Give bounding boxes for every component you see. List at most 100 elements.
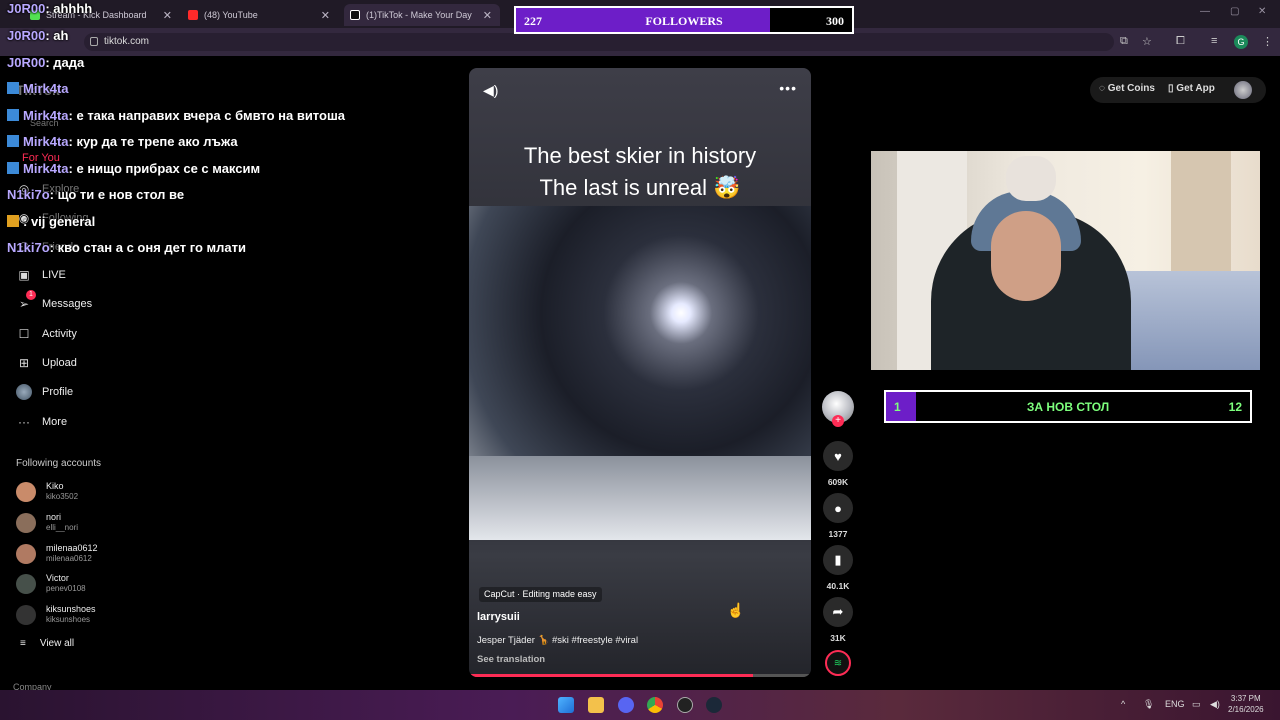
subscriber-badge-icon — [7, 162, 19, 174]
upload-icon: ⊞ — [18, 356, 30, 370]
see-translation-link[interactable]: See translation — [477, 654, 545, 665]
share-button[interactable]: ➦ — [823, 597, 853, 627]
account-name: Kiko — [46, 481, 64, 491]
following-account-item[interactable]: nori elli__nori — [16, 512, 78, 533]
save-count: 40.1K — [826, 581, 850, 591]
music-disc-button[interactable]: ≋ — [825, 650, 851, 676]
webcam-background-bed — [1111, 271, 1260, 370]
close-tab-icon[interactable]: ✕ — [321, 9, 330, 22]
account-handle: milenaa0612 — [46, 554, 92, 563]
followers-goal-bar: 227 FOLLOWERS 300 — [514, 6, 854, 34]
chat-text: : кво стан а с оня дет го млати — [49, 240, 246, 255]
chat-username: J0R00 — [7, 1, 46, 16]
caption-line: The best skier in history — [523, 143, 757, 168]
video-progress-bar[interactable] — [469, 674, 811, 677]
view-all-link[interactable]: ≡ View all — [20, 638, 74, 649]
close-tab-icon[interactable]: ✕ — [483, 9, 492, 22]
tab-youtube[interactable]: (48) YouTube ✕ — [188, 4, 338, 26]
microphone-icon[interactable]: 🎙 — [1143, 699, 1154, 710]
chat-username: J0R00 — [7, 28, 46, 43]
chat-text: : що ти е нов стол ве — [49, 187, 185, 202]
chat-text: : ahhhh — [45, 1, 93, 16]
volume-icon[interactable]: ◀) — [483, 82, 498, 99]
save-button[interactable]: ▮ — [823, 545, 853, 575]
account-name: kiksunshoes — [46, 604, 96, 614]
comment-icon: ● — [834, 500, 842, 516]
sidebar-item-activity[interactable]: ☐ Activity — [16, 326, 77, 342]
close-window-icon[interactable]: ✕ — [1258, 6, 1266, 17]
sidebar-item-live[interactable]: ▣ LIVE — [16, 267, 66, 283]
address-bar[interactable]: tiktok.com — [84, 33, 1114, 51]
live-icon: ▣ — [18, 268, 30, 282]
followers-goal: 300 — [826, 14, 844, 28]
chat-message: N1ki7o: що ти е нов стол ве — [7, 187, 184, 202]
like-count: 609K — [827, 477, 849, 487]
capcut-tag[interactable]: CapCut · Editing made easy — [479, 587, 602, 602]
sidebar-item-profile[interactable]: Profile — [16, 384, 73, 400]
windows-taskbar — [0, 690, 1280, 720]
tray-chevron-icon[interactable]: ^ — [1121, 699, 1125, 709]
video-player[interactable]: ◀) ••• The best skier in history The las… — [469, 68, 811, 677]
steam-icon[interactable] — [706, 697, 722, 713]
discord-icon[interactable] — [618, 697, 634, 713]
chat-message: N1ki7o: кво стан а с оня дет го млати — [7, 240, 246, 255]
obs-icon[interactable] — [677, 697, 693, 713]
user-avatar[interactable] — [1234, 81, 1252, 99]
extensions-icon[interactable]: ⧠ — [1176, 35, 1185, 48]
chat-text: : кур да те трепе ако лъжа — [68, 134, 238, 149]
maximize-icon[interactable]: ▢ — [1230, 6, 1239, 17]
caption-line: The last is unreal 🤯 — [539, 175, 741, 200]
browser-menu-icon[interactable]: ⋮ — [1262, 35, 1273, 48]
following-account-item[interactable]: Victor penev0108 — [16, 573, 86, 594]
sidebar-item-messages[interactable]: ➢ 1 Messages — [16, 290, 92, 312]
chat-message: Mirk4ta: е така направих вчера с бмвто н… — [7, 108, 345, 123]
start-icon[interactable] — [558, 697, 574, 713]
video-author[interactable]: larrysuii — [477, 611, 520, 623]
file-explorer-icon[interactable] — [588, 697, 604, 713]
more-options-icon[interactable]: ••• — [779, 80, 797, 96]
followers-label: FOLLOWERS — [645, 14, 723, 28]
volume-tray-icon[interactable]: ◀) — [1210, 699, 1220, 710]
following-account-item[interactable]: milenaa0612 milenaa0612 — [16, 543, 98, 564]
avatar — [16, 604, 36, 625]
get-coins-button[interactable]: ◌ Get Coins — [1099, 83, 1155, 94]
sidebar-item-upload[interactable]: ⊞ Upload — [16, 355, 77, 371]
bookmark-star-icon[interactable]: ☆ — [1142, 35, 1152, 48]
goal-target: 12 — [1228, 400, 1242, 414]
tab-tiktok[interactable]: (1)TikTok - Make Your Day ✕ — [344, 4, 500, 26]
chrome-icon[interactable] — [647, 697, 663, 713]
mouse-cursor-icon: ☝ — [727, 602, 745, 618]
close-tab-icon[interactable]: ✕ — [163, 9, 172, 22]
sidebar-item-more[interactable]: ··· More — [16, 414, 67, 430]
minimize-icon[interactable]: — — [1200, 6, 1210, 17]
system-clock[interactable]: 3:37 PM 2/16/2026 — [1228, 693, 1264, 715]
chat-username: J0R00 — [7, 55, 46, 70]
more-icon: ··· — [18, 415, 30, 429]
clock-date: 2/16/2026 — [1228, 705, 1264, 714]
language-indicator[interactable]: ENG — [1165, 699, 1185, 709]
account-handle: kiksunshoes — [46, 615, 91, 624]
chat-message: J0R00: дада — [7, 55, 84, 70]
browser-profile-avatar[interactable]: G — [1234, 35, 1248, 49]
site-info-icon[interactable] — [90, 37, 98, 46]
media-controls-icon[interactable]: ≡ — [1211, 35, 1217, 47]
webcam-overlay — [871, 151, 1260, 370]
following-account-item[interactable]: kiksunshoes kiksunshoes — [16, 604, 96, 625]
activity-icon: ☐ — [18, 327, 30, 341]
get-app-button[interactable]: ▯ Get App — [1168, 83, 1215, 94]
avatar — [16, 481, 36, 502]
chat-message: Mirk4ta: кур да те трепе ако лъжа — [7, 134, 238, 149]
follow-plus-icon[interactable]: + — [832, 415, 844, 427]
phone-icon: ▯ — [1168, 83, 1174, 94]
messages-badge: 1 — [26, 290, 36, 300]
ski-slope — [469, 456, 811, 540]
subscriber-badge-icon — [7, 109, 19, 121]
like-button[interactable]: ♥ — [823, 441, 853, 471]
network-icon[interactable]: ▭ — [1192, 699, 1201, 710]
install-app-icon[interactable]: ⧉ — [1120, 35, 1128, 48]
donation-goal-bar: 1 ЗА НОВ СТОЛ 12 — [884, 390, 1252, 423]
comment-button[interactable]: ● — [823, 493, 853, 523]
webcam-plush-toy — [1006, 156, 1056, 201]
following-account-item[interactable]: Kiko kiko3502 — [16, 481, 78, 502]
chat-username: N1ki7o — [7, 187, 50, 202]
